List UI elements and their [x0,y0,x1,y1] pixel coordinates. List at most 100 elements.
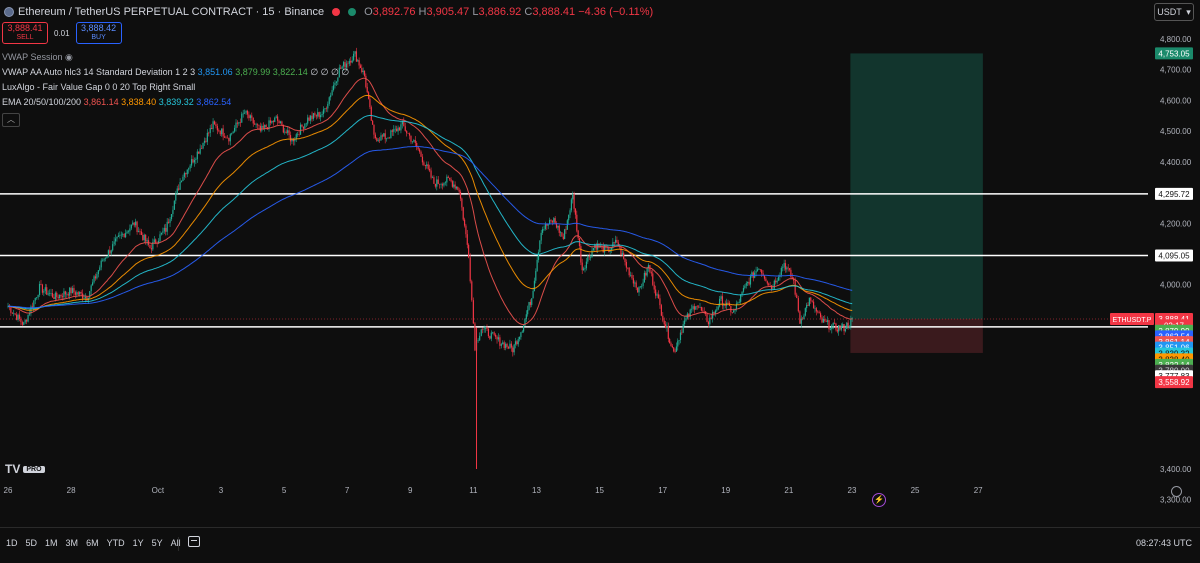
currency-select[interactable]: USDT ▾ [1154,3,1194,21]
candle-body [553,218,555,223]
candle-body [149,244,151,249]
candle-body [562,236,564,239]
candle-body [695,306,697,310]
candle-body [512,347,514,353]
tradingview-logo[interactable]: TV PRO [5,462,45,476]
candle-body [829,329,832,330]
price-tick-label: 4,600.00 [1160,96,1192,105]
candle-body [73,288,75,293]
candle-body [245,110,247,113]
candle-body [361,67,363,73]
candle-body [521,331,523,333]
candle-body [193,159,196,163]
candle-body [305,123,307,125]
candle-body [413,140,415,142]
candle-body [796,294,798,299]
candle-body [116,236,118,239]
candle-body [142,234,144,241]
candle-body [221,128,223,135]
range-button-1d[interactable]: 1D [6,538,18,548]
time-tick-label: 17 [658,486,667,495]
indicator-vwap-session[interactable]: VWAP Session ◉ [2,52,73,63]
candle-body [574,208,577,215]
range-button-ytd[interactable]: YTD [107,538,125,548]
candle-body [426,164,428,166]
candle-body [472,300,474,324]
range-button-3m[interactable]: 3M [66,538,79,548]
candle-body [259,125,261,131]
range-button-1m[interactable]: 1M [45,538,58,548]
data-status-icon[interactable] [348,8,357,16]
candle-body [16,314,18,320]
lightning-icon[interactable]: ⚡ [872,493,886,507]
candle-body [713,311,715,314]
candle-body [176,188,178,194]
collapse-legend-button[interactable]: ︿ [2,113,20,127]
range-button-5y[interactable]: 5Y [152,538,163,548]
indicator-ema[interactable]: EMA 20/50/100/200 3,861.14 3,838.40 3,83… [2,97,231,107]
eye-hidden-icon[interactable]: ◉ [65,52,73,62]
candle-body [822,319,824,323]
candle-body [742,287,745,292]
candle-body [265,124,267,128]
candle-body [351,60,353,63]
candle-body [213,121,216,125]
candle-body [408,133,411,136]
range-button-all[interactable]: All [171,538,181,548]
candle-body [48,293,51,294]
candle-body [677,340,679,347]
candle-body [297,134,299,135]
candle-body [564,229,566,239]
settings-icon[interactable] [1171,486,1182,497]
range-button-5d[interactable]: 5D [26,538,38,548]
candle-body [449,177,451,180]
candle-body [150,248,153,250]
candle-body [140,231,142,235]
range-button-1y[interactable]: 1Y [133,538,144,548]
candle-body [284,131,286,133]
candle-body [199,148,201,154]
candle-body [317,112,319,117]
buy-button[interactable]: 3,888.42 BUY [75,22,122,44]
candle-body [656,294,658,296]
candle-body [692,306,694,309]
candle-body [465,225,467,235]
symbol-title[interactable]: Ethereum / TetherUS PERPETUAL CONTRACT ·… [18,6,324,18]
candle-body [394,128,396,130]
calendar-icon[interactable] [188,536,200,547]
candle-body [747,281,749,284]
candle-body [559,232,562,233]
candle-body [335,81,338,83]
candle-body [386,138,388,140]
candle-body [500,344,502,346]
candle-body [436,179,438,187]
candle-body [410,135,412,142]
indicator-vwap-aa[interactable]: VWAP AA Auto hlc3 14 Standard Deviation … [2,67,349,78]
candle-body [513,344,515,353]
candle-body [11,312,13,314]
candle-body [759,269,761,270]
candle-body [808,297,810,306]
range-button-6m[interactable]: 6M [86,538,99,548]
divider [178,537,179,551]
candle-body [625,261,627,268]
candle-body [159,234,161,241]
candle-body [254,123,256,125]
candle-body [537,252,540,260]
candle-body [825,320,827,322]
sell-button[interactable]: 3,888.41 SELL [2,22,48,44]
candle-body [616,239,618,243]
market-status-icon[interactable] [332,8,341,16]
candle-body [627,267,629,269]
candle-body [196,151,198,160]
candle-body [302,126,305,129]
candle-body [84,296,87,299]
indicator-luxalgo-fvg[interactable]: LuxAlgo - Fair Value Gap 0 0 20 Top Righ… [2,82,195,92]
time-tick-label: 25 [911,486,920,495]
clock[interactable]: 08:27:43 UTC [1136,538,1192,548]
candle-body [295,134,297,140]
symbol-header[interactable]: Ethereum / TetherUS PERPETUAL CONTRACT ·… [4,4,653,20]
time-tick-label: Oct [152,486,165,495]
candle-body [117,235,120,237]
candle-body [355,51,358,62]
